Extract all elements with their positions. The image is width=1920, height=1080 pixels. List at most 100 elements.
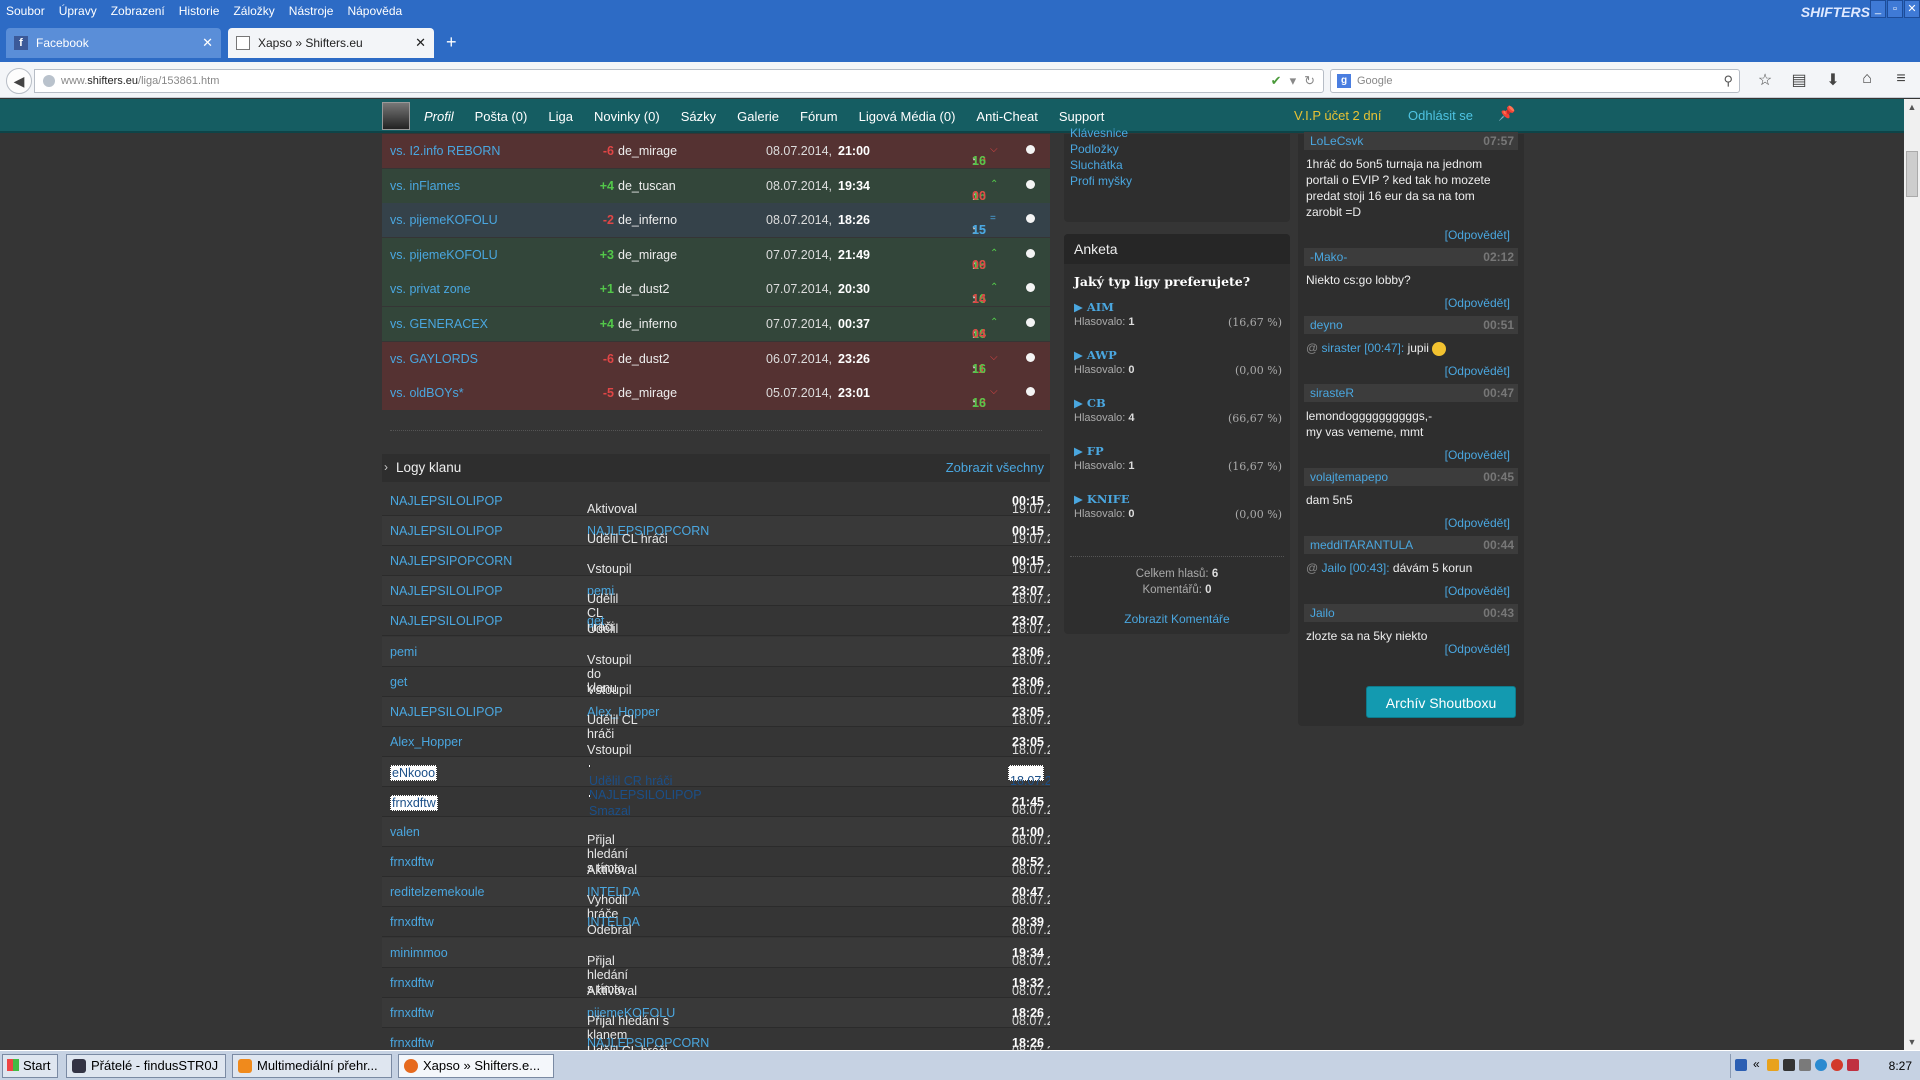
log-user-link[interactable]: Alex_Hopper [390, 735, 462, 749]
show-all-logs-link[interactable]: Zobrazit všechny [946, 460, 1044, 475]
log-user-link[interactable]: eNkooo [390, 764, 438, 781]
shout-author-link[interactable]: sirasteR [1310, 386, 1354, 400]
poll-option-name[interactable]: ▶ AIM [1074, 300, 1114, 314]
reply-link[interactable]: [Odpovědět] [1445, 642, 1510, 656]
archive-button[interactable]: Archív Shoutboxu [1366, 686, 1516, 718]
close-icon[interactable]: ✕ [202, 35, 213, 51]
match-row[interactable]: vs. I2.info REBORN -6 de_mirage 08.07.2014,… [382, 134, 1050, 168]
menu-item[interactable]: Záložky [233, 4, 274, 18]
menu-item[interactable]: Nápověda [347, 4, 402, 18]
poll-option-name[interactable]: ▶ KNIFE [1074, 492, 1130, 506]
opponent-link[interactable]: vs. privat zone [390, 282, 471, 296]
log-user-link[interactable]: NAJLEPSILOLIPOP [390, 584, 503, 598]
opponent-link[interactable]: vs. I2.info REBORN [390, 144, 500, 158]
poll-option-name[interactable]: ▶ AWP [1074, 348, 1117, 362]
log-user-link[interactable]: valen [390, 825, 420, 839]
opponent-link[interactable]: vs. GAYLORDS [390, 352, 478, 366]
poll-option[interactable]: ▶ CB Hlasovalo: 4 (66,67 %) [1074, 396, 1282, 436]
nav-item[interactable]: Support [1059, 109, 1105, 124]
log-user-link[interactable]: frnxdftw [390, 855, 434, 869]
shout-author-link[interactable]: volajtemapepo [1310, 470, 1388, 484]
opponent-link[interactable]: vs. pijemeKOFOLU [390, 248, 498, 262]
menu-item[interactable]: Historie [179, 4, 220, 18]
opponent-link[interactable]: vs. inFlames [390, 179, 460, 193]
shout-author-link[interactable]: Jailo [1310, 606, 1335, 620]
poll-option-name[interactable]: ▶ CB [1074, 396, 1106, 410]
reply-link[interactable]: [Odpovědět] [1445, 584, 1510, 598]
poll-option[interactable]: ▶ AWP Hlasovalo: 0 (0,00 %) [1074, 348, 1282, 388]
back-arrow-icon[interactable]: ◀ [6, 68, 32, 94]
reload-icon[interactable]: ↻ [1304, 73, 1315, 89]
opponent-link[interactable]: vs. oldBOYs* [390, 386, 464, 400]
reply-link[interactable]: [Odpovědět] [1445, 228, 1510, 242]
log-user-link[interactable]: NAJLEPSIPOPCORN [390, 554, 512, 568]
poll-option[interactable]: ▶ FP Hlasovalo: 1 (16,67 %) [1074, 444, 1282, 484]
page-scrollbar[interactable]: ▲ ▼ [1904, 99, 1920, 1050]
new-tab-button[interactable]: + [446, 32, 457, 53]
task-firefox[interactable]: Xapso » Shifters.e... [398, 1054, 554, 1078]
download-icon[interactable]: ⬇ [1816, 70, 1850, 90]
match-row[interactable]: vs. privat zone +1 de_dust2 07.07.2014, 20:3… [382, 272, 1050, 307]
vip-status[interactable]: V.I.P účet 2 dní [1294, 108, 1381, 123]
nav-item[interactable]: Galerie [737, 109, 779, 124]
tab-facebook[interactable]: f Facebook ✕ [6, 28, 221, 58]
dropdown-icon[interactable]: ▾ [1290, 73, 1297, 89]
close-icon[interactable]: ✕ [1904, 0, 1920, 18]
log-user-link[interactable]: NAJLEPSILOLIPOP [390, 614, 503, 628]
reply-link[interactable]: [Odpovědět] [1445, 516, 1510, 530]
nav-item[interactable]: Ligová Média (0) [859, 109, 956, 124]
language-icon[interactable] [1735, 1059, 1747, 1071]
reply-link[interactable]: [Odpovědět] [1445, 364, 1510, 378]
match-row[interactable]: vs. GENERACEX +4 de_inferno 07.07.2014, 00:3… [382, 307, 1050, 341]
reply-link[interactable]: [Odpovědět] [1445, 448, 1510, 462]
shout-author-link[interactable]: meddiTARANTULA [1310, 538, 1413, 552]
home-icon[interactable]: ⌂ [1850, 70, 1884, 90]
search-icon[interactable]: ⚲ [1723, 73, 1733, 89]
shout-mention[interactable]: Jailo [00:43]: [1322, 561, 1390, 575]
menu-icon[interactable]: ≡ [1884, 70, 1918, 90]
log-user-link[interactable]: frnxdftw [390, 976, 434, 990]
task-media-player[interactable]: Multimediální přehr... [232, 1054, 392, 1078]
poll-option-name[interactable]: ▶ FP [1074, 444, 1104, 458]
start-button[interactable]: Start [2, 1054, 58, 1078]
match-row[interactable]: vs. pijemeKOFOLU -2 de_inferno 08.07.2014, 1… [382, 203, 1050, 238]
nav-item[interactable]: Sázky [681, 109, 716, 124]
opponent-link[interactable]: vs. pijemeKOFOLU [390, 213, 498, 227]
nav-item[interactable]: Fórum [800, 109, 838, 124]
log-user-link[interactable]: pemi [390, 645, 417, 659]
logout-link[interactable]: Odhlásit se [1408, 108, 1473, 123]
show-comments-link[interactable]: Zobrazit Komentáře [1064, 612, 1290, 626]
steam-tray-icon[interactable] [1783, 1059, 1795, 1071]
tray-expand-icon[interactable]: « [1753, 1057, 1760, 1071]
nav-item[interactable]: Novinky (0) [594, 109, 660, 124]
product-link[interactable]: Klávesnice [1070, 126, 1128, 140]
reply-link[interactable]: [Odpovědět] [1445, 296, 1510, 310]
tab-shifters[interactable]: Xapso » Shifters.eu ✕ [228, 28, 434, 58]
vlc-tray-icon[interactable] [1767, 1059, 1779, 1071]
log-user-link[interactable]: frnxdftw [390, 915, 434, 929]
app-tray-icon[interactable] [1815, 1059, 1827, 1071]
product-link[interactable]: Podložky [1070, 142, 1119, 156]
nav-item[interactable]: Anti-Cheat [976, 109, 1037, 124]
pin-icon[interactable]: 📌 [1498, 105, 1515, 122]
shout-author-link[interactable]: LoLeCsvk [1310, 134, 1363, 148]
search-bar[interactable]: g Google ⚲ [1330, 69, 1740, 93]
menu-item[interactable]: Zobrazení [111, 4, 165, 18]
shout-author-link[interactable]: deyno [1310, 318, 1343, 332]
log-user-link[interactable]: reditelzemekoule [390, 885, 485, 899]
product-link[interactable]: Profi myšky [1070, 174, 1132, 188]
shout-mention[interactable]: siraster [00:47]: [1322, 341, 1405, 355]
log-user-link[interactable]: NAJLEPSILOLIPOP [390, 524, 503, 538]
nav-item[interactable]: Pošta (0) [475, 109, 528, 124]
opponent-link[interactable]: vs. GENERACEX [390, 317, 488, 331]
log-user-link[interactable]: minimmoo [390, 946, 448, 960]
antivirus-icon[interactable] [1831, 1059, 1843, 1071]
menu-item[interactable]: Nástroje [289, 4, 334, 18]
menu-item[interactable]: Soubor [6, 4, 45, 18]
log-user-link[interactable]: get [390, 675, 407, 689]
scroll-thumb[interactable] [1906, 151, 1918, 197]
product-link[interactable]: Sluchátka [1070, 158, 1123, 172]
security-icon[interactable] [1847, 1059, 1859, 1071]
log-user-link[interactable]: frnxdftw [390, 795, 438, 811]
network-icon[interactable] [1799, 1059, 1811, 1071]
